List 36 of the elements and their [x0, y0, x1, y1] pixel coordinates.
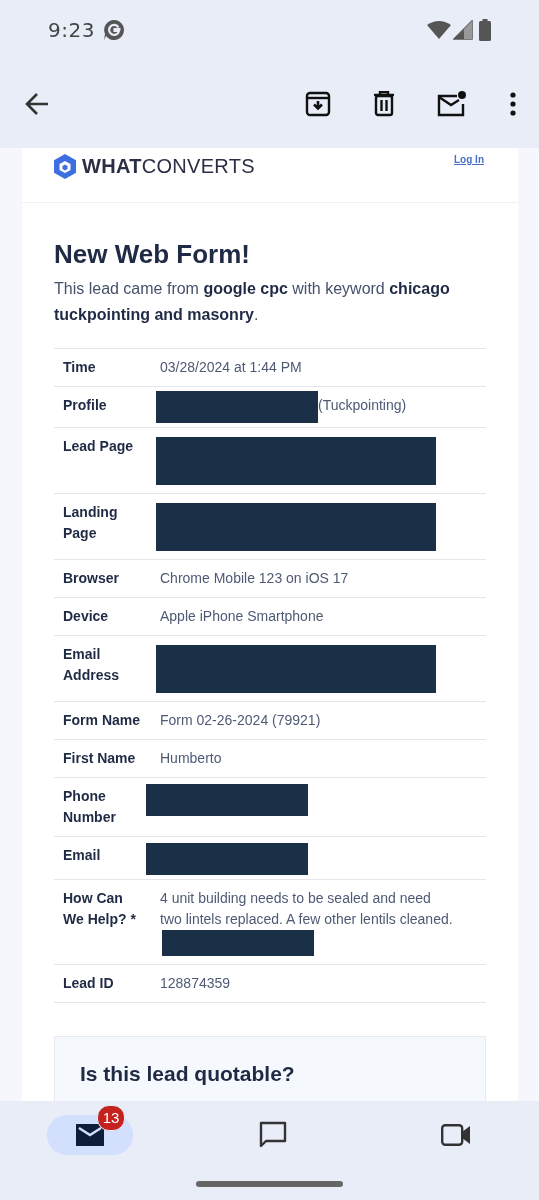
mail-icon — [76, 1124, 104, 1146]
unread-count-badge: 13 — [97, 1105, 125, 1131]
chat-icon — [259, 1121, 287, 1149]
more-options-button[interactable] — [509, 92, 517, 116]
field-value: Form 02-26-2024 (79921) — [160, 712, 321, 728]
email-heading: New Web Form! — [54, 239, 251, 270]
field-label: Lead ID — [54, 964, 160, 1003]
field-value: Apple iPhone Smartphone — [160, 608, 324, 624]
wifi-icon — [427, 20, 451, 40]
quotable-heading: Is this lead quotable? — [80, 1062, 296, 1086]
field-value: Humberto — [160, 750, 222, 766]
field-value: (Tuckpointing) — [318, 397, 407, 413]
signal-icon — [453, 20, 473, 40]
field-label: Time — [54, 348, 160, 387]
intro-text: This lead came from google cpc with keyword chicago tuckpointing and masonry. — [54, 279, 451, 325]
battery-icon — [479, 19, 491, 41]
field-value: Chrome Mobile 123 on iOS 17 — [160, 570, 349, 586]
nav-tab[interactable] — [47, 1115, 133, 1155]
brand-name: WHATCONVERTS — [82, 155, 255, 178]
field-label: Form Name — [54, 701, 160, 740]
field-value: 4 unit building needs to be sealed and need two lintels replaced. A few other lentils cleaned. — [160, 890, 453, 927]
field-label: First Name — [54, 739, 160, 778]
video-camera-icon — [441, 1124, 471, 1146]
google-g-icon — [102, 19, 125, 41]
logo-icon — [54, 154, 76, 179]
field-label: How Can We Help? * — [54, 879, 160, 965]
field-label: Browser — [54, 559, 160, 598]
archive-button[interactable] — [305, 91, 331, 117]
mark-unread-button[interactable] — [437, 91, 467, 117]
field-value: 128874359 — [160, 975, 231, 991]
login-link[interactable]: Log In — [454, 154, 484, 165]
back-button[interactable] — [24, 91, 50, 117]
status-time: 9:23 — [48, 18, 95, 42]
field-label: Device — [54, 597, 160, 636]
delete-button[interactable] — [373, 91, 395, 117]
field-value: 03/28/2024 at 1:44 PM — [160, 359, 302, 375]
